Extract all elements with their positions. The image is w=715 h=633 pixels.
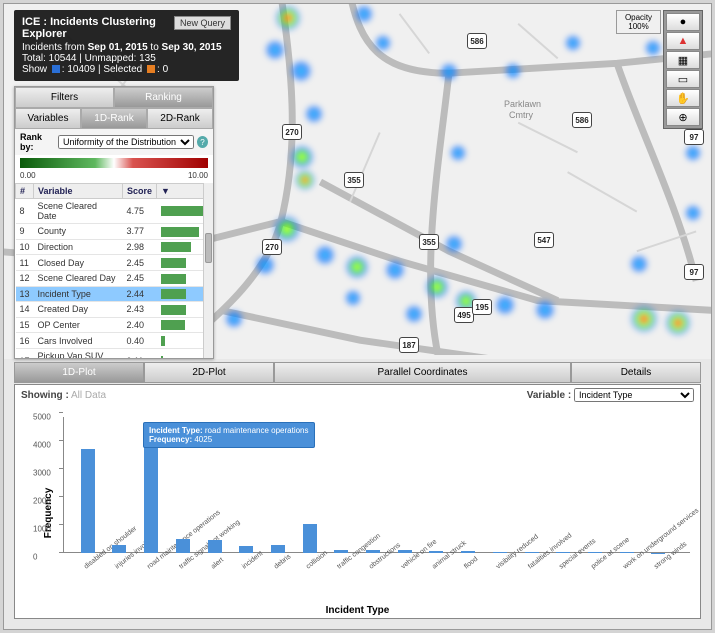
chart-bar[interactable]: [239, 546, 253, 553]
chart-bar[interactable]: [429, 551, 443, 553]
table-row[interactable]: 10Direction2.98: [16, 239, 213, 255]
chart-tooltip: Incident Type: road maintenance operatio…: [143, 422, 315, 448]
tab-parallel-coords[interactable]: Parallel Coordinates: [274, 362, 571, 383]
map-label: Parklawn: [504, 99, 541, 109]
map-label: Cmtry: [509, 110, 533, 120]
table-row[interactable]: 9County3.77: [16, 224, 213, 240]
chart-bar[interactable]: [588, 552, 602, 553]
chart-bar[interactable]: [461, 551, 475, 553]
tool-zoom-icon[interactable]: ⊕: [666, 108, 700, 126]
subtab-2d-rank[interactable]: 2D-Rank: [147, 108, 213, 129]
col-score[interactable]: Score: [122, 184, 156, 199]
route-355b: 355: [419, 234, 439, 250]
rank-by-label: Rank by:: [20, 132, 55, 152]
showing-value: All Data: [71, 390, 106, 401]
tool-heat-icon[interactable]: ▲: [666, 32, 700, 50]
table-row[interactable]: 11Closed Day2.45: [16, 255, 213, 271]
chart-bar[interactable]: [366, 550, 380, 553]
col-variable[interactable]: Variable: [34, 184, 123, 199]
plot-tabs: 1D-Plot 2D-Plot Parallel Coordinates Det…: [14, 362, 701, 383]
table-row[interactable]: 14Created Day2.43: [16, 302, 213, 318]
chart-bar[interactable]: [176, 539, 190, 553]
showing-label: Showing :: [21, 390, 69, 401]
table-row[interactable]: 17Pickup Van SUV Involved0.11: [16, 349, 213, 359]
table-row[interactable]: 8Scene Cleared Date4.75: [16, 199, 213, 224]
tab-2d-plot[interactable]: 2D-Plot: [144, 362, 274, 383]
route-547: 547: [534, 232, 554, 248]
table-row[interactable]: 12Scene Cleared Day2.45: [16, 270, 213, 286]
tab-ranking[interactable]: Ranking: [114, 87, 213, 108]
table-row[interactable]: 16Cars Involved0.40: [16, 333, 213, 349]
route-355: 355: [344, 172, 364, 188]
help-icon[interactable]: ?: [197, 136, 208, 148]
selected-swatch: [147, 65, 155, 73]
chart-bar[interactable]: [334, 550, 348, 553]
map-toolbox: ● ▲ ▦ ▭ ✋ ⊕: [663, 10, 703, 129]
totals: Total: 10544 | Unmapped: 135: [22, 53, 231, 64]
variable-label: Variable :: [527, 390, 571, 401]
tool-point-icon[interactable]: ●: [666, 13, 700, 31]
route-586b: 586: [572, 112, 592, 128]
route-97b: 97: [684, 264, 704, 280]
tab-1d-plot[interactable]: 1D-Plot: [14, 362, 144, 383]
chart-bar[interactable]: [620, 552, 634, 553]
route-187: 187: [399, 337, 419, 353]
opacity-control[interactable]: Opacity100%: [616, 10, 661, 34]
shown-swatch: [52, 65, 60, 73]
table-scrollbar[interactable]: [203, 183, 213, 358]
x-tick-label: flood: [463, 556, 479, 571]
tool-layer-icon[interactable]: ▦: [666, 51, 700, 69]
info-panel: New Query ICE : Incidents Clustering Exp…: [14, 10, 239, 81]
chart-bar[interactable]: [398, 550, 412, 553]
tab-filters[interactable]: Filters: [15, 87, 114, 108]
rank-by-select[interactable]: Uniformity of the Distribution: [58, 135, 194, 149]
table-row[interactable]: 15OP Center2.40: [16, 317, 213, 333]
x-tick-label: debris: [273, 553, 292, 570]
route-97: 97: [684, 129, 704, 145]
route-270b: 270: [262, 239, 282, 255]
chart-panel: Showing : All Data Variable : Incident T…: [14, 384, 701, 619]
chart-bar[interactable]: [144, 440, 158, 553]
route-495: 495: [454, 307, 474, 323]
tab-details[interactable]: Details: [571, 362, 701, 383]
table-row[interactable]: 13Incident Type2.44: [16, 286, 213, 302]
variable-table: # Variable Score ▼ 8Scene Cleared Date4.…: [15, 183, 213, 358]
date-range: Incidents from Sep 01, 2015 to Sep 30, 2…: [22, 42, 231, 53]
subtab-1d-rank[interactable]: 1D-Rank: [81, 108, 147, 129]
ranking-panel: Filters Ranking Variables 1D-Rank 2D-Ran…: [14, 86, 214, 359]
chart-bar[interactable]: [271, 545, 285, 553]
chart-bar[interactable]: [303, 524, 317, 553]
tool-pan-icon[interactable]: ✋: [666, 89, 700, 107]
route-586: 586: [467, 33, 487, 49]
chart-bar[interactable]: [525, 552, 539, 553]
x-tick-label: incident: [241, 550, 264, 570]
new-query-button[interactable]: New Query: [174, 16, 231, 30]
chart-bar[interactable]: [556, 552, 570, 553]
legend: Show : 10409 | Selected : 0: [22, 64, 231, 75]
route-195: 195: [472, 299, 492, 315]
route-270: 270: [282, 124, 302, 140]
x-tick-label: alert: [210, 557, 225, 571]
subtab-variables[interactable]: Variables: [15, 108, 81, 129]
score-gradient: [20, 158, 208, 168]
chart-bar[interactable]: [493, 552, 507, 553]
col-num[interactable]: #: [16, 184, 34, 199]
x-axis-label: Incident Type: [326, 605, 390, 616]
tool-select-icon[interactable]: ▭: [666, 70, 700, 88]
x-tick-label: obstructions: [368, 542, 402, 571]
variable-select[interactable]: Incident Type: [574, 388, 694, 402]
chart-bar[interactable]: [112, 545, 126, 553]
chart-plot-area[interactable]: Incident Type: road maintenance operatio…: [63, 417, 690, 553]
chart-bar[interactable]: [81, 449, 95, 553]
chart-bar[interactable]: [208, 540, 222, 553]
